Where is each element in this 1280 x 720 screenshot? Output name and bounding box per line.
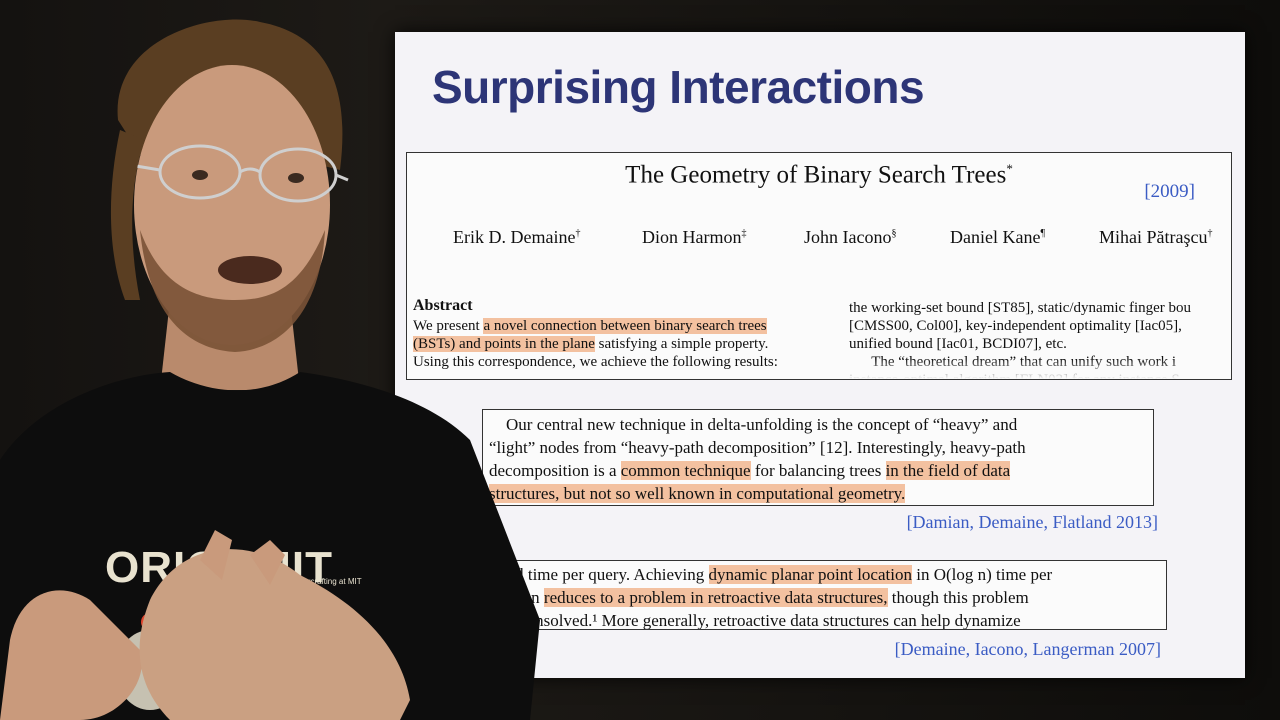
intro-line: [CMSS00, Col00], key-independent optimal…	[849, 318, 1182, 334]
highlighted-text: common technique	[620, 461, 751, 480]
quote-line: structures, but not so well known in com…	[489, 482, 1149, 505]
author: Dion Harmon‡	[642, 227, 747, 247]
author: Mihai Pătraşcu†	[1099, 227, 1213, 247]
highlighted-text: dynamic planar point location	[708, 565, 912, 584]
quote-line: far, unsolved.¹ More generally, retroact…	[500, 611, 1021, 630]
paper-year: [2009]	[1144, 181, 1195, 202]
intro-line: the working-set bound [ST85], static/dyn…	[849, 300, 1192, 316]
quote-line: “light” nodes from “heavy-path decomposi…	[489, 438, 1026, 457]
quote-line: decomposition is a common technique for …	[489, 461, 1011, 480]
quote-excerpt-1: Our central new technique in delta-unfol…	[482, 409, 1154, 506]
highlighted-text: in the field of data	[885, 461, 1011, 480]
quote-line: zed time per query. Achieving dynamic pl…	[500, 565, 1053, 584]
citation: [Demaine, Iacono, Langerman 2007]	[894, 639, 1161, 659]
quote-line: ration reduces to a problem in retroacti…	[500, 588, 1029, 607]
intro-line: unified bound [Iac01, BCDI07], etc.	[849, 336, 1067, 352]
quote-line: Our central new technique in delta-unfol…	[489, 415, 1018, 434]
author: John Iacono§	[804, 227, 897, 247]
author: Daniel Kane¶	[950, 227, 1045, 247]
presenter-figure: ORIGAMIT papercrafting at MIT	[0, 19, 540, 720]
quote-excerpt-2: zed time per query. Achieving dynamic pl…	[493, 560, 1167, 630]
citation: [Damian, Demaine, Flatland 2013]	[906, 512, 1158, 532]
cutoff-fade	[849, 359, 1231, 379]
highlighted-text: reduces to a problem in retroactive data…	[543, 588, 888, 607]
